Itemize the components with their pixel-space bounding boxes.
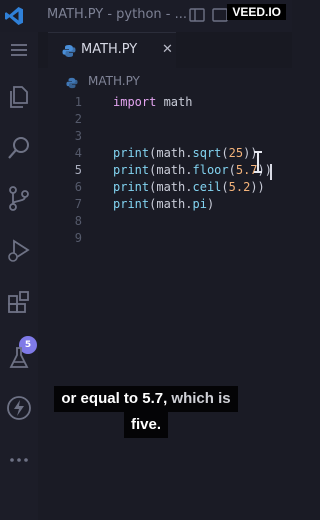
menu-icon[interactable] — [5, 36, 33, 64]
search-icon[interactable] — [5, 134, 33, 162]
code-line[interactable]: 1 import math — [38, 95, 292, 112]
function-name: print — [113, 180, 150, 194]
line-number: 4 — [74, 146, 82, 160]
attribute-name: ceil — [192, 180, 222, 194]
punctuation: . — [185, 180, 193, 194]
caption-rest: which is — [167, 390, 231, 407]
line-number: 3 — [74, 129, 82, 143]
python-file-icon — [66, 77, 78, 89]
testing-icon[interactable] — [5, 344, 33, 372]
number-literal: 5.2 — [228, 180, 251, 194]
number-literal: 25 — [228, 146, 244, 160]
title-bar: MATH.PY - python - ... VEED.IO — [0, 0, 292, 32]
source-control-icon[interactable] — [5, 184, 33, 212]
line-number: 9 — [74, 231, 82, 245]
tab-label: MATH.PY — [81, 42, 138, 57]
punctuation: . — [185, 163, 193, 177]
code-text: print(math.ceil(5.2)) — [113, 180, 265, 194]
tab-close-icon[interactable]: ✕ — [162, 42, 173, 57]
toggle-sidebar-icon[interactable] — [188, 6, 206, 24]
caption-line-1: or equal to 5.7, which is — [54, 386, 238, 412]
python-file-icon — [62, 45, 76, 57]
line-number: 5 — [74, 163, 82, 177]
attribute-name: sqrt — [192, 146, 222, 160]
code-line[interactable]: 8 — [38, 214, 292, 231]
code-line[interactable]: 3 — [38, 129, 292, 146]
line-number: 8 — [74, 214, 82, 228]
punctuation: ( — [228, 163, 236, 177]
code-text: import math — [113, 95, 192, 109]
line-number: 2 — [74, 112, 82, 126]
punctuation: ( — [221, 180, 229, 194]
vscode-logo-icon[interactable] — [4, 6, 24, 26]
line-number: 6 — [74, 180, 82, 194]
function-name: print — [113, 197, 150, 211]
attribute-name: floor — [192, 163, 229, 177]
code-line[interactable]: 2 — [38, 112, 292, 129]
explorer-icon[interactable] — [5, 82, 33, 110]
text-cursor — [270, 164, 272, 180]
tab-math-py[interactable]: MATH.PY ✕ — [48, 32, 176, 68]
more-icon[interactable] — [5, 446, 33, 474]
tab-bar: MATH.PY ✕ — [38, 32, 292, 68]
module-name: math — [156, 197, 186, 211]
line-number: 7 — [74, 197, 82, 211]
extensions-icon[interactable] — [5, 288, 33, 316]
punctuation: . — [185, 146, 193, 160]
module-name: math — [156, 163, 186, 177]
function-name: print — [113, 163, 150, 177]
keyword: import — [113, 95, 157, 109]
code-line[interactable]: 7 print(math.pi) — [38, 197, 292, 214]
caption-bold: or equal to 5.7, — [61, 390, 168, 407]
punctuation: ( — [221, 146, 229, 160]
watermark: VEED.IO — [227, 4, 286, 20]
identifier: math — [156, 95, 193, 109]
module-name: math — [156, 180, 186, 194]
toggle-panel-icon[interactable] — [211, 6, 229, 24]
activity-bar: 5 — [0, 32, 38, 520]
ibeam-cursor-icon — [254, 151, 262, 173]
punctuation: )) — [250, 180, 265, 194]
punctuation: ) — [206, 197, 215, 211]
window-title: MATH.PY - python - ... — [47, 7, 187, 22]
code-line[interactable]: 9 — [38, 231, 292, 248]
attribute-name: pi — [192, 197, 207, 211]
breadcrumb-file[interactable]: MATH.PY — [88, 74, 140, 88]
caption-line-2: five. — [123, 412, 168, 438]
punctuation: . — [185, 197, 193, 211]
code-text: print(math.floor(5.7)) — [113, 163, 272, 177]
video-caption: or equal to 5.7, which is five. — [0, 386, 292, 438]
code-text: print(math.pi) — [113, 197, 214, 211]
code-line[interactable]: 6 print(math.ceil(5.2)) — [38, 180, 292, 197]
line-number: 1 — [74, 95, 82, 109]
code-text: print(math.sqrt(25)) — [113, 146, 258, 160]
module-name: math — [156, 146, 186, 160]
function-name: print — [113, 146, 150, 160]
run-debug-icon[interactable] — [5, 236, 33, 264]
